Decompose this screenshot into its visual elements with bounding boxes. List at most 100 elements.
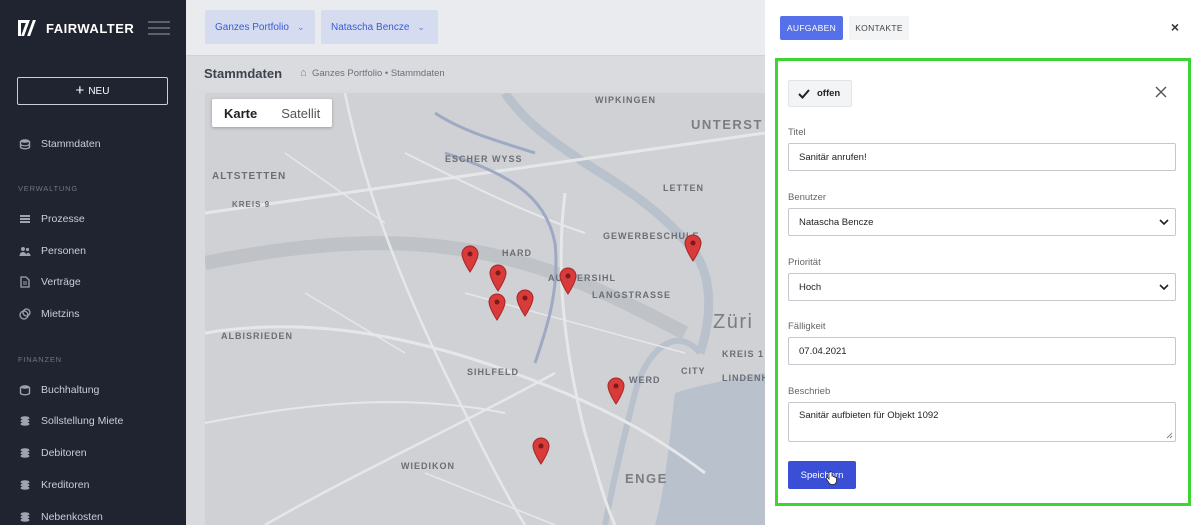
coins-icon [20,416,30,426]
save-button[interactable]: Speichern [788,461,856,489]
brand-logo[interactable]: FAIRWALTER [18,19,134,37]
user-filter-dropdown[interactable]: Natascha Bencze ⌄ [321,10,438,44]
map-marker-icon[interactable] [532,437,550,465]
sidebar-item-vertraege[interactable]: Verträge [19,275,81,289]
new-button[interactable]: + NEU [17,77,168,105]
plus-icon: + [75,82,85,99]
map-type-toggle: Karte Satellit [212,99,333,127]
map-type-map-button[interactable]: Karte [212,99,269,127]
status-label: offen [817,88,841,99]
due-date-label: Fälligkeit [788,321,826,332]
user-filter-label: Natascha Bencze [331,21,410,33]
sidebar-item-nebenkosten[interactable]: Nebenkosten [19,510,103,524]
sidebar-item-sollstellung[interactable]: Sollstellung Miete [19,414,123,428]
map-marker-icon[interactable] [607,377,625,405]
sidebar-item-buchhaltung[interactable]: Buchhaltung [19,383,99,397]
description-value: Sanitär aufbieten für Objekt 1092 [799,410,939,421]
page-title: Stammdaten [204,66,283,81]
map-label: SIHLFELD [467,367,519,377]
user-label: Benutzer [788,192,827,203]
user-select[interactable]: Natascha Bencze [788,208,1176,236]
user-select-value: Natascha Bencze [799,216,874,228]
map-label: LINDENH [722,373,765,383]
sidebar-item-label: Debitoren [41,447,87,459]
map-type-satellite-button[interactable]: Satellit [269,99,332,127]
sidebar-item-label: Verträge [41,276,81,288]
people-icon [19,247,31,256]
breadcrumb: Stammdaten ⌂ Ganzes Portfolio • Stammdat… [186,56,765,90]
map-label: ENGE [625,471,668,486]
description-label: Beschrieb [788,386,831,397]
close-icon[interactable]: × [1168,20,1182,34]
section-label-finanzen: FINANZEN [18,355,62,364]
map-label: HARD [502,248,532,258]
map-label: KREIS 1 [722,349,765,359]
chevron-down-icon: ⌄ [296,21,305,32]
map-label: LETTEN [663,183,704,193]
due-date-input[interactable]: 07.04.2021 [788,337,1176,365]
sidebar-item-label: Prozesse [41,213,85,225]
database-icon [19,139,31,150]
sidebar-item-debitoren[interactable]: Debitoren [19,446,87,460]
map[interactable]: Karte Satellit ALTSTETTEN KREIS 9 ALBISR… [205,93,765,525]
breadcrumb-path[interactable]: Ganzes Portfolio • Stammdaten [312,68,445,79]
map-marker-icon[interactable] [461,245,479,273]
sidebar-item-label: Sollstellung Miete [41,415,124,427]
title-label: Titel [788,127,806,138]
priority-label: Priorität [788,257,821,268]
sidebar-item-label: Personen [41,245,86,257]
section-label-verwaltung: VERWALTUNG [18,184,78,193]
map-marker-icon[interactable] [488,293,506,321]
check-icon [798,88,810,99]
map-label: KREIS 9 [232,200,271,209]
map-label: WERD [629,375,661,385]
menu-toggle-icon[interactable] [148,21,170,39]
coins-icon [20,480,30,490]
sidebar-item-label: Kreditoren [41,479,90,491]
list-icon [20,215,30,223]
top-bar: Ganzes Portfolio ⌄ Natascha Bencze ⌄ [186,0,765,56]
sidebar-item-prozesse[interactable]: Prozesse [19,212,85,226]
close-icon[interactable] [1154,85,1168,99]
priority-select[interactable]: Hoch [788,273,1176,301]
map-label: WIPKINGEN [595,95,657,105]
status-toggle-button[interactable]: offen [788,80,852,107]
map-marker-icon[interactable] [489,264,507,292]
home-icon[interactable]: ⌂ [300,67,307,79]
coins-icon [20,512,30,522]
sidebar-item-label: Buchhaltung [41,384,100,396]
database-icon [19,385,31,396]
hand-cursor-icon [826,471,837,485]
priority-select-value: Hoch [799,281,822,293]
document-icon [20,276,30,288]
map-marker-icon[interactable] [559,267,577,295]
map-label: WIEDIKON [401,461,455,471]
brand-name: FAIRWALTER [46,20,135,36]
map-label: ESCHER WYSS [445,154,523,164]
chevron-down-icon [1159,219,1169,226]
portfolio-filter-label: Ganzes Portfolio [215,21,289,33]
portfolio-filter-dropdown[interactable]: Ganzes Portfolio ⌄ [205,10,315,44]
description-textarea[interactable]: Sanitär aufbieten für Objekt 1092 [788,402,1176,442]
coins-icon [19,308,31,320]
map-marker-icon[interactable] [516,289,534,317]
logo-icon [18,20,40,36]
new-button-label: NEU [88,85,110,97]
coins-icon [20,448,30,458]
map-marker-icon[interactable] [684,234,702,262]
sidebar-item-mietzins[interactable]: Mietzins [19,307,80,321]
resize-handle-icon[interactable] [1166,432,1173,439]
sidebar-item-kreditoren[interactable]: Kreditoren [19,478,89,492]
sidebar-item-label: Mietzins [41,308,80,320]
map-label: ALTSTETTEN [212,171,287,182]
map-label: CITY [681,366,706,376]
chevron-down-icon [1159,284,1169,291]
title-input[interactable]: Sanitär anrufen! [788,143,1176,171]
sidebar-item-label: Nebenkosten [41,511,103,523]
tab-aufgaben[interactable]: AUFGABEN [780,16,843,40]
sidebar-item-personen[interactable]: Personen [19,244,86,258]
chevron-down-icon: ⌄ [417,21,425,32]
map-label: Züri [713,311,754,333]
sidebar-item-stammdaten[interactable]: Stammdaten [19,137,101,151]
tab-kontakte[interactable]: KONTAKTE [849,16,909,40]
